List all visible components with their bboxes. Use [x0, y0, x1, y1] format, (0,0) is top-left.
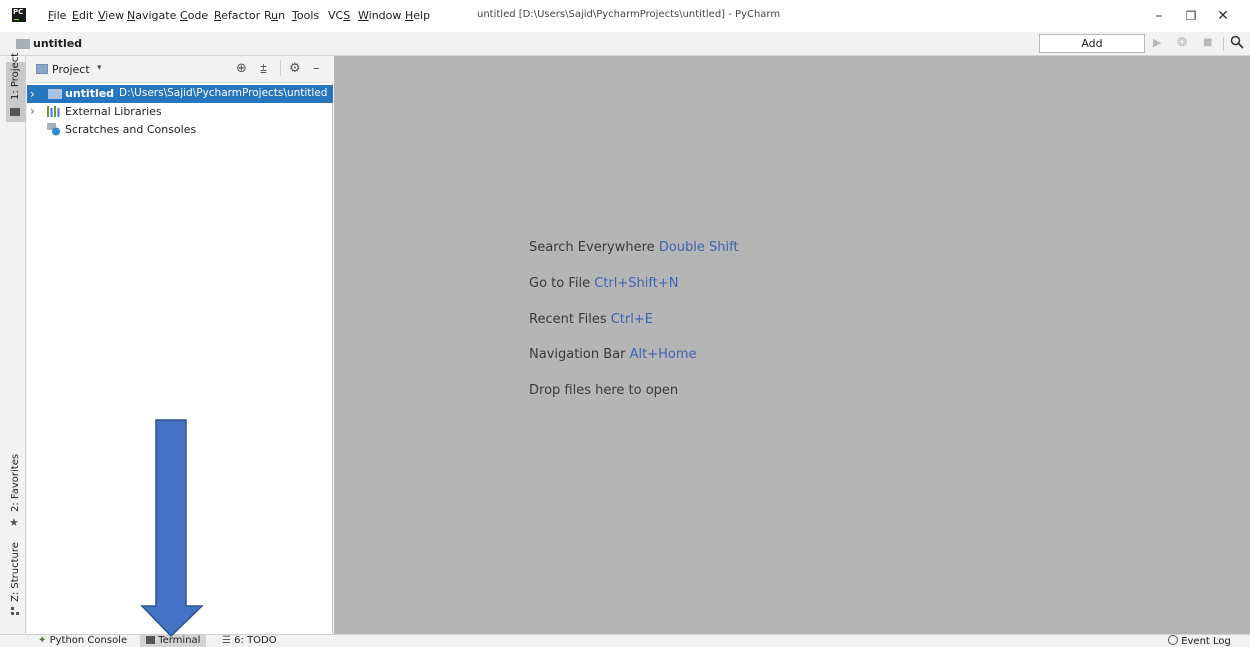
tree-item-path: D:\Users\Sajid\PycharmProjects\untitled [119, 87, 328, 99]
hint-recent-files: Recent Files Ctrl+E [529, 312, 653, 327]
menu-file[interactable]: File [48, 9, 66, 22]
todo-tab[interactable]: ☰ 6: TODO [222, 635, 277, 646]
tree-row-scratches[interactable]: Scratches and Consoles [27, 121, 333, 139]
hint-shortcut: Ctrl+E [610, 312, 653, 327]
project-tab-label: 1: Project [10, 52, 21, 100]
close-button[interactable]: ✕ [1208, 6, 1238, 26]
event-log-tab[interactable]: Event Log [1168, 635, 1231, 647]
python-console-tab[interactable]: ✦ Python Console [38, 635, 127, 646]
pycharm-logo-icon: PC [12, 8, 26, 22]
locate-file-icon[interactable]: ⊕ [236, 61, 247, 76]
hint-drop-files: Drop files here to open [529, 383, 678, 398]
favorites-tab-label: 2: Favorites [10, 453, 21, 512]
hint-text: Go to File [529, 276, 591, 291]
favorites-tool-tab[interactable]: 2: Favorites ★ [6, 454, 26, 532]
add-configuration-button[interactable]: Add Configuration... [1039, 34, 1145, 67]
chevron-down-icon[interactable]: ▾ [97, 63, 102, 73]
scratches-icon [47, 123, 60, 136]
folder-icon [16, 39, 30, 49]
chevron-right-icon[interactable]: › [30, 104, 35, 118]
hint-text: Search Everywhere [529, 240, 655, 255]
menu-edit[interactable]: Edit [72, 9, 93, 22]
chevron-right-icon[interactable]: › [30, 87, 35, 101]
hint-navigation-bar: Navigation Bar Alt+Home [529, 347, 697, 362]
menu-help[interactable]: Help [405, 9, 430, 22]
menu-tools[interactable]: Tools [292, 9, 319, 22]
toolbar-divider [1223, 37, 1224, 51]
tree-row-external-libraries[interactable]: › External Libraries [27, 103, 333, 121]
library-icon [47, 106, 60, 117]
hint-shortcut: Double Shift [658, 240, 739, 255]
menu-view[interactable]: View [98, 9, 124, 22]
python-console-label: Python Console [49, 635, 128, 646]
list-icon: ☰ [222, 635, 231, 646]
logo-text: PC [13, 8, 24, 16]
menu-code[interactable]: Code [180, 9, 208, 22]
hint-search-everywhere: Search Everywhere Double Shift [529, 240, 739, 255]
structure-icon [11, 607, 19, 615]
python-console-icon: ✦ [38, 635, 47, 646]
gear-icon[interactable]: ⚙ [289, 61, 301, 76]
menu-window[interactable]: Window [358, 9, 401, 22]
header-divider [280, 60, 281, 76]
tree-item-label: Scratches and Consoles [65, 123, 197, 136]
structure-tool-tab[interactable]: Z: Structure [6, 542, 26, 618]
tree-item-label: External Libraries [65, 105, 162, 118]
hint-text: Navigation Bar [529, 347, 626, 362]
hint-text: Recent Files [529, 312, 607, 327]
folder-icon [48, 89, 62, 99]
minimize-button[interactable]: – [1144, 6, 1174, 26]
project-view-selector[interactable]: Project [52, 63, 90, 76]
structure-tab-label: Z: Structure [10, 542, 21, 602]
project-view-icon [36, 64, 48, 74]
stop-icon[interactable]: ■ [1203, 37, 1212, 48]
tree-row-project-root[interactable]: › untitled D:\Users\Sajid\PycharmProject… [27, 85, 333, 103]
debug-icon[interactable]: ❂ [1177, 35, 1187, 49]
editor-empty-area[interactable] [334, 56, 1250, 634]
hint-shortcut: Ctrl+Shift+N [594, 276, 679, 291]
collapse-all-icon[interactable]: ⩲ [260, 62, 267, 77]
run-icon[interactable]: ▶ [1153, 36, 1161, 49]
event-log-label: Event Log [1181, 636, 1231, 647]
annotation-arrow-down-icon [140, 419, 204, 638]
menu-run[interactable]: Run [264, 9, 285, 22]
search-icon[interactable] [1230, 35, 1244, 49]
menu-navigate[interactable]: Navigate [127, 9, 176, 22]
todo-label: 6: TODO [234, 635, 277, 646]
hint-shortcut: Alt+Home [629, 347, 697, 362]
restore-button[interactable]: ❐ [1176, 6, 1206, 26]
hide-panel-icon[interactable]: – [313, 61, 320, 76]
event-log-icon [1168, 635, 1178, 645]
project-tool-tab[interactable]: 1: Project [6, 53, 26, 122]
star-icon: ★ [9, 516, 19, 529]
menu-vcs[interactable]: VCS [328, 9, 350, 22]
tree-item-label: untitled [65, 87, 115, 100]
breadcrumb-project[interactable]: untitled [33, 37, 82, 50]
hint-text: Drop files here to open [529, 383, 679, 398]
menu-refactor[interactable]: Refactor [214, 9, 260, 22]
folder-icon [10, 108, 20, 116]
window-title: untitled [D:\Users\Sajid\PycharmProjects… [477, 9, 781, 20]
hint-go-to-file: Go to File Ctrl+Shift+N [529, 276, 678, 291]
